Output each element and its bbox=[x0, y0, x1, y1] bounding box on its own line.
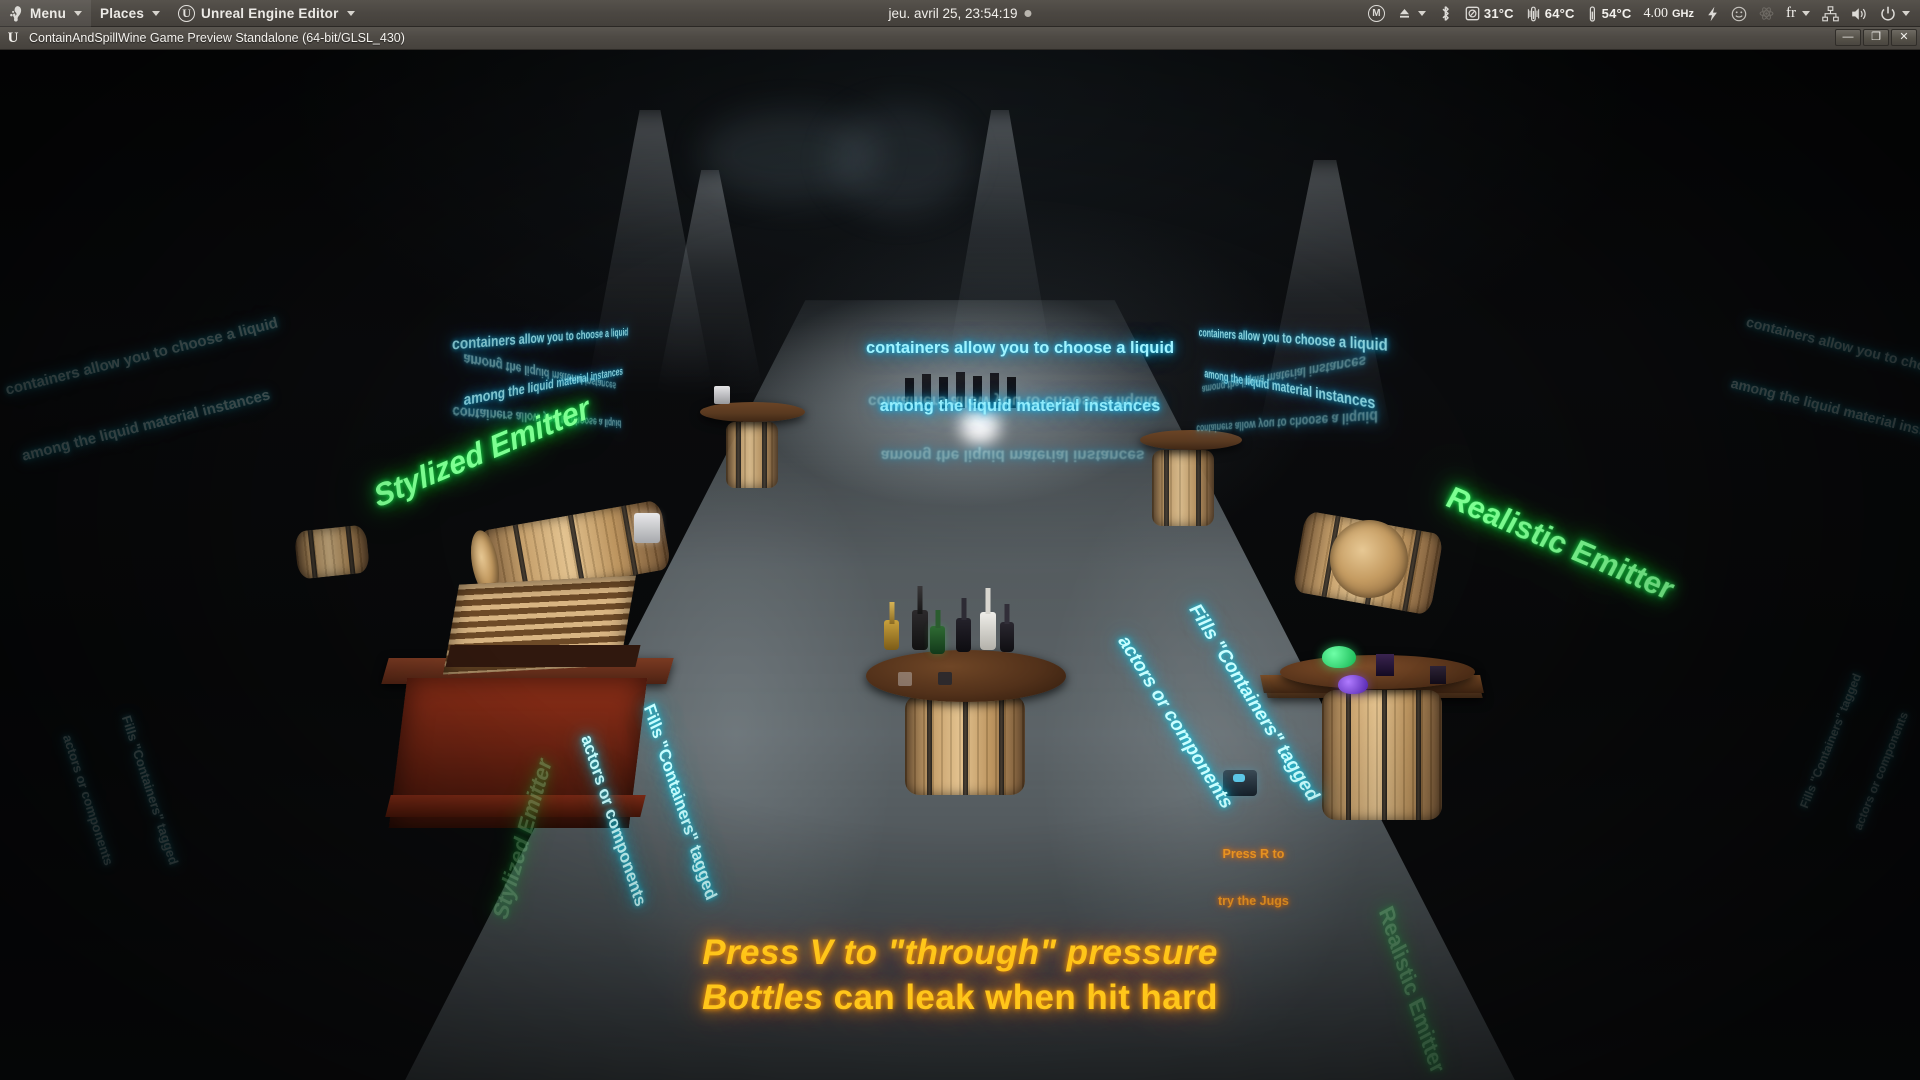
chevron-down-icon bbox=[1802, 11, 1810, 16]
notification-dot-icon bbox=[1024, 9, 1032, 17]
tray-network[interactable] bbox=[1816, 0, 1845, 27]
bottle-center-5 bbox=[980, 588, 996, 650]
minimize-button[interactable]: — bbox=[1835, 29, 1861, 46]
cpu-freq-value: 4.00 bbox=[1643, 5, 1669, 21]
taskbar-window-unreal-engine-editor[interactable]: U Unreal Engine Editor bbox=[169, 0, 364, 27]
right-small-cup bbox=[1430, 666, 1446, 684]
center-barrel-stand bbox=[905, 695, 1025, 795]
mid-left-far-table bbox=[700, 402, 805, 422]
mail-icon: M bbox=[1367, 5, 1385, 22]
tray-gpu-temperature[interactable]: 64°C bbox=[1520, 0, 1581, 27]
purple-jug bbox=[1338, 675, 1368, 694]
mug-left bbox=[634, 513, 660, 543]
tray-keyboard-layout[interactable]: fr bbox=[1780, 0, 1816, 27]
clock-text: jeu. avril 25, 23:54:19 bbox=[888, 5, 1018, 21]
unreal-engine-icon: U bbox=[178, 4, 196, 22]
center-table-cup bbox=[938, 672, 952, 685]
window-titlebar[interactable]: U ContainAndSpillWine Game Preview Stand… bbox=[0, 27, 1920, 50]
tray-nuclear-indicator[interactable] bbox=[1753, 0, 1780, 27]
disk-temp-icon bbox=[1465, 6, 1480, 21]
tray-power-governor[interactable] bbox=[1700, 0, 1725, 27]
places-label: Places bbox=[100, 5, 145, 21]
left-platform-base bbox=[385, 795, 646, 817]
tray-system-temperature[interactable]: 54°C bbox=[1581, 0, 1638, 27]
tray-bluetooth[interactable] bbox=[1432, 0, 1459, 27]
chevron-down-icon bbox=[152, 10, 161, 16]
tray-cpu-temperature[interactable]: 31°C bbox=[1459, 0, 1520, 27]
sys-temp-value: 54°C bbox=[1601, 6, 1632, 21]
smiley-icon bbox=[1731, 6, 1747, 21]
center-table-glass bbox=[898, 672, 912, 686]
bottle-center-2 bbox=[912, 586, 928, 650]
center-table-top bbox=[866, 650, 1066, 702]
cpu-temp-value: 31°C bbox=[1483, 6, 1514, 21]
game-viewport[interactable]: containers allow you to choose a liquid … bbox=[0, 50, 1920, 1080]
keyboard-layout-label: fr bbox=[1786, 5, 1796, 21]
restore-button[interactable]: ❐ bbox=[1863, 29, 1889, 46]
bottle-center-6 bbox=[1000, 604, 1014, 652]
close-button[interactable]: ✕ bbox=[1891, 29, 1917, 46]
tray-mail-indicator[interactable]: M bbox=[1362, 0, 1391, 27]
cpu-freq-unit: GHz bbox=[1672, 7, 1694, 20]
places-menu-button[interactable]: Places bbox=[91, 0, 169, 27]
left-machine-frame bbox=[445, 645, 641, 667]
barrel-far-left bbox=[293, 524, 371, 580]
right-far-table bbox=[1140, 430, 1242, 450]
window-title: ContainAndSpillWine Game Preview Standal… bbox=[29, 31, 405, 45]
bottle-center-1 bbox=[884, 602, 899, 650]
gnome-foot-icon bbox=[9, 5, 24, 22]
bluetooth-icon bbox=[1442, 6, 1449, 21]
barrel-right-far bbox=[1152, 450, 1214, 526]
speaker-icon bbox=[1852, 7, 1866, 20]
power-icon bbox=[1881, 6, 1895, 21]
jug-device-light bbox=[1233, 774, 1245, 782]
thermometer-chip-icon bbox=[1527, 6, 1539, 21]
tray-cpu-frequency[interactable]: 4.00 GHz bbox=[1638, 0, 1701, 27]
chevron-down-icon bbox=[1417, 11, 1426, 16]
barrel-mid-left-far bbox=[726, 422, 778, 488]
atom-icon bbox=[1759, 7, 1774, 20]
chevron-down-icon bbox=[1902, 11, 1910, 16]
tray-smiley-status[interactable] bbox=[1725, 0, 1753, 27]
chevron-down-icon bbox=[74, 10, 83, 16]
chevron-down-icon bbox=[346, 10, 355, 16]
gnome-menu-button[interactable]: Menu bbox=[0, 0, 92, 27]
green-jug bbox=[1322, 646, 1356, 668]
unreal-engine-window-icon: U bbox=[7, 29, 19, 46]
unreal-editor-label: Unreal Engine Editor bbox=[201, 5, 339, 21]
tray-eject-menu[interactable] bbox=[1391, 0, 1432, 27]
desktop-top-panel: Menu Places U Unreal Engine Editor jeu. … bbox=[0, 0, 1920, 27]
far-bottle-row bbox=[905, 368, 1030, 408]
bottle-center-4 bbox=[956, 598, 971, 652]
eject-icon bbox=[1399, 9, 1409, 18]
tray-volume[interactable] bbox=[1845, 0, 1874, 27]
bottle-center-3 bbox=[930, 610, 945, 654]
window-controls: — ❐ ✕ bbox=[1835, 29, 1917, 46]
tray-power-menu[interactable] bbox=[1874, 0, 1916, 27]
thermometer-icon bbox=[1589, 5, 1595, 22]
gpu-temp-value: 64°C bbox=[1544, 6, 1575, 21]
menu-label: Menu bbox=[30, 5, 67, 21]
lightning-bolt-icon bbox=[1708, 6, 1717, 21]
system-tray: M 31°C 64°C 54°C 4.00 GHz fr bbox=[1362, 0, 1916, 27]
right-dark-cup bbox=[1376, 654, 1394, 676]
clock[interactable]: jeu. avril 25, 23:54:19 bbox=[888, 5, 1032, 21]
mug-far-left bbox=[714, 386, 730, 404]
network-icon bbox=[1822, 5, 1839, 21]
barrel-right-stand bbox=[1322, 690, 1442, 820]
